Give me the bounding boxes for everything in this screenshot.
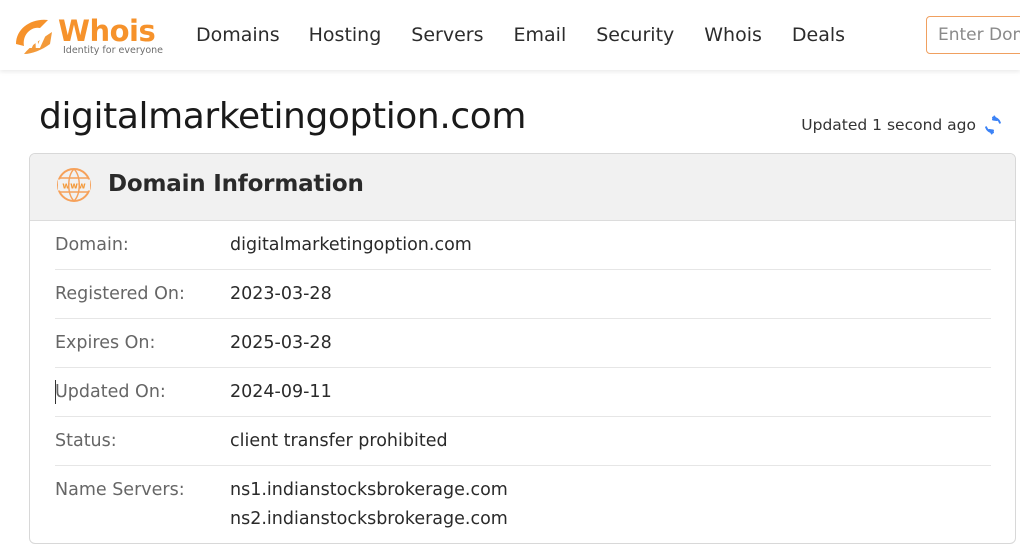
logo-mark-icon: w — [16, 19, 52, 54]
value-line: 2025-03-28 — [230, 333, 332, 353]
top-navigation-bar: w Whois Identity for everyone Domains Ho… — [0, 0, 1020, 70]
row-value: 2023-03-28 — [230, 280, 332, 318]
value-line: digitalmarketingoption.com — [230, 235, 472, 255]
nav-security[interactable]: Security — [596, 23, 674, 47]
card-header: www Domain Information — [30, 154, 1015, 221]
text-cursor — [55, 380, 56, 404]
updated-text: Updated 1 second ago — [801, 116, 976, 134]
nav-hosting[interactable]: Hosting — [309, 23, 382, 47]
info-row-registered: Registered On: 2023-03-28 — [55, 270, 991, 319]
info-row-status: Status: client transfer prohibited — [55, 417, 991, 466]
row-value: 2024-09-11 — [230, 378, 332, 416]
row-label: Status: — [55, 431, 117, 451]
logo-wordmark: Whois — [58, 14, 156, 48]
value-line: 2024-09-11 — [230, 382, 332, 402]
row-value: digitalmarketingoption.com — [230, 231, 472, 269]
row-label: Registered On: — [55, 284, 185, 304]
value-line: 2023-03-28 — [230, 284, 332, 304]
info-row-expires: Expires On: 2025-03-28 — [55, 319, 991, 368]
info-row-domain: Domain: digitalmarketingoption.com — [55, 221, 991, 270]
nav-deals[interactable]: Deals — [792, 23, 845, 47]
page-title: digitalmarketingoption.com — [39, 96, 527, 137]
row-value: 2025-03-28 — [230, 329, 332, 367]
nav-whois[interactable]: Whois — [704, 23, 762, 47]
svg-text:www: www — [62, 182, 86, 192]
nav-domains[interactable]: Domains — [196, 23, 280, 47]
nav-email[interactable]: Email — [514, 23, 567, 47]
updated-status: Updated 1 second ago — [801, 114, 1004, 136]
row-label: Updated On: — [55, 382, 166, 402]
card-title: Domain Information — [108, 171, 364, 197]
refresh-icon[interactable] — [982, 114, 1004, 136]
value-line: ns1.indianstocksbrokerage.com — [230, 480, 508, 500]
row-value: client transfer prohibited — [230, 427, 448, 465]
row-label: Domain: — [55, 235, 129, 255]
info-row-name-servers: Name Servers: ns1.indianstocksbrokerage.… — [55, 466, 991, 534]
value-line: client transfer prohibited — [230, 431, 448, 451]
value-line: ns2.indianstocksbrokerage.com — [230, 509, 508, 529]
domain-search-input[interactable] — [926, 16, 1020, 54]
row-value: ns1.indianstocksbrokerage.com ns2.indian… — [230, 476, 508, 534]
svg-text:w: w — [25, 29, 46, 54]
main-nav: Domains Hosting Servers Email Security W… — [196, 23, 875, 47]
whois-logo[interactable]: w Whois Identity for everyone — [10, 14, 170, 60]
info-rows: Domain: digitalmarketingoption.com Regis… — [55, 221, 991, 534]
nav-servers[interactable]: Servers — [411, 23, 483, 47]
row-label: Name Servers: — [55, 480, 185, 500]
domain-information-card: www Domain Information Domain: digitalma… — [29, 153, 1016, 544]
info-row-updated: Updated On: 2024-09-11 — [55, 368, 991, 417]
www-globe-icon: www — [57, 168, 91, 202]
logo-tagline: Identity for everyone — [63, 45, 164, 56]
row-label: Expires On: — [55, 333, 156, 353]
